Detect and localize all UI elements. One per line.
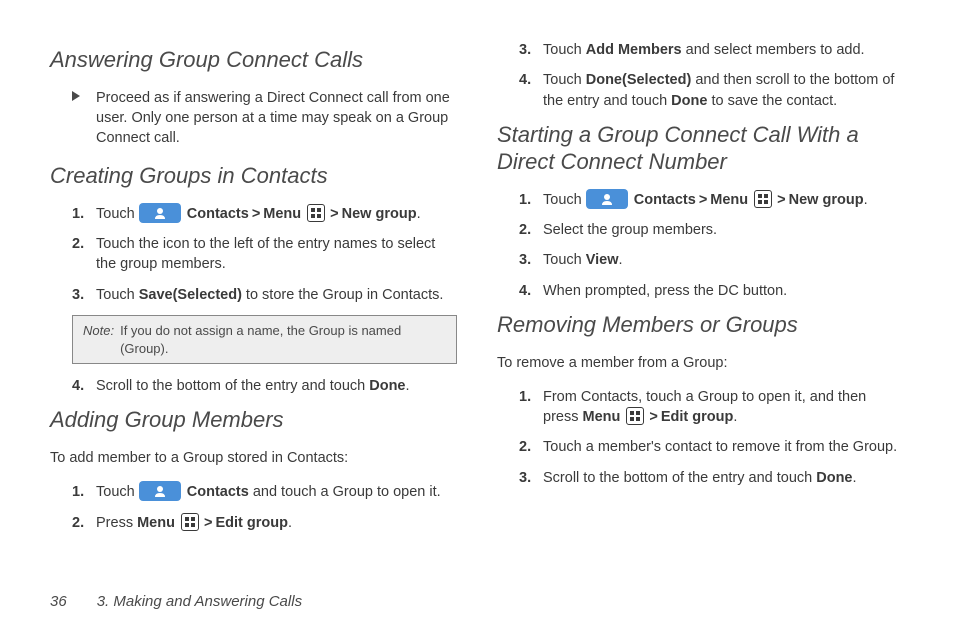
- text: .: [733, 409, 737, 425]
- left-column: Answering Group Connect Calls Proceed as…: [50, 40, 457, 543]
- step: Touch View.: [497, 250, 904, 270]
- contacts-label: Contacts: [183, 484, 249, 500]
- contacts-icon: [586, 189, 628, 209]
- text: and select members to add.: [682, 42, 865, 58]
- right-column: Touch Add Members and select members to …: [497, 40, 904, 543]
- page-columns: Answering Group Connect Calls Proceed as…: [50, 40, 904, 543]
- text: Touch: [96, 287, 139, 303]
- step: Press Menu >Edit group.: [50, 513, 457, 533]
- heading-removing: Removing Members or Groups: [497, 311, 904, 339]
- contacts-icon: [139, 481, 181, 501]
- removing-steps: From Contacts, touch a Group to open it,…: [497, 387, 904, 488]
- view-label: View: [586, 252, 619, 268]
- note-box: Note: If you do not assign a name, the G…: [72, 315, 457, 364]
- menu-label: Menu: [137, 515, 175, 531]
- menu-label: Menu: [583, 409, 621, 425]
- step: Touch a member's contact to remove it fr…: [497, 437, 904, 457]
- step: Scroll to the bottom of the entry and to…: [497, 468, 904, 488]
- text: Touch: [543, 192, 586, 208]
- add-members-label: Add Members: [586, 42, 682, 58]
- done-label: Done: [671, 93, 707, 109]
- done-selected-label: Done(Selected): [586, 72, 692, 88]
- text: .: [619, 252, 623, 268]
- page-number: 36: [50, 593, 67, 610]
- step: From Contacts, touch a Group to open it,…: [497, 387, 904, 428]
- page-footer: 36 3. Making and Answering Calls: [50, 593, 302, 610]
- contacts-label: Contacts: [630, 192, 696, 208]
- chapter-title: 3. Making and Answering Calls: [97, 593, 302, 610]
- starting-steps: Touch Contacts>Menu >New group. Select t…: [497, 190, 904, 301]
- text: Scroll to the bottom of the entry and to…: [543, 470, 816, 486]
- text: .: [853, 470, 857, 486]
- step: When prompted, press the DC button.: [497, 281, 904, 301]
- heading-adding-members: Adding Group Members: [50, 406, 457, 434]
- gt: >: [330, 206, 338, 222]
- step: Scroll to the bottom of the entry and to…: [50, 376, 457, 396]
- step: Touch Contacts>Menu >New group.: [497, 190, 904, 210]
- edit-group-label: Edit group: [215, 515, 288, 531]
- contacts-label: Contacts: [183, 206, 249, 222]
- text: .: [288, 515, 292, 531]
- menu-label: Menu: [263, 206, 301, 222]
- text: Touch: [543, 72, 586, 88]
- step: Touch Contacts and touch a Group to open…: [50, 482, 457, 502]
- answering-bullet: Proceed as if answering a Direct Connect…: [50, 88, 457, 149]
- save-selected-label: Save(Selected): [139, 287, 242, 303]
- text: and touch a Group to open it.: [249, 484, 441, 500]
- edit-group-label: Edit group: [661, 409, 734, 425]
- gt: >: [649, 409, 657, 425]
- contacts-icon: [139, 203, 181, 223]
- text: Touch: [543, 252, 586, 268]
- answering-text: Proceed as if answering a Direct Connect…: [96, 90, 450, 147]
- adding-steps: Touch Contacts and touch a Group to open…: [50, 482, 457, 533]
- text: .: [864, 192, 868, 208]
- step: Touch Add Members and select members to …: [497, 40, 904, 60]
- menu-icon: [626, 407, 644, 425]
- heading-starting-group-connect: Starting a Group Connect Call With a Dir…: [497, 121, 904, 176]
- heading-answering: Answering Group Connect Calls: [50, 46, 457, 74]
- step: Touch Save(Selected) to store the Group …: [50, 285, 457, 305]
- step: Select the group members.: [497, 220, 904, 240]
- text: Touch: [543, 42, 586, 58]
- step: Touch Contacts>Menu >New group.: [50, 204, 457, 224]
- text: to store the Group in Contacts.: [242, 287, 444, 303]
- text: .: [417, 206, 421, 222]
- gt: >: [204, 515, 212, 531]
- text: to save the contact.: [707, 93, 837, 109]
- note-label: Note:: [83, 322, 114, 357]
- heading-creating-groups: Creating Groups in Contacts: [50, 162, 457, 190]
- creating-groups-steps-cont: Scroll to the bottom of the entry and to…: [50, 376, 457, 396]
- newgroup-label: New group: [789, 192, 864, 208]
- text: Touch: [96, 206, 139, 222]
- menu-icon: [307, 204, 325, 222]
- adding-intro: To add member to a Group stored in Conta…: [50, 448, 457, 468]
- text: Scroll to the bottom of the entry and to…: [96, 378, 369, 394]
- answering-list: Proceed as if answering a Direct Connect…: [50, 88, 457, 149]
- gt: >: [777, 192, 785, 208]
- menu-icon: [754, 190, 772, 208]
- text: Press: [96, 515, 137, 531]
- step: Touch the icon to the left of the entry …: [50, 234, 457, 275]
- menu-icon: [181, 513, 199, 531]
- note-text: If you do not assign a name, the Group i…: [120, 322, 446, 357]
- gt: >: [252, 206, 260, 222]
- removing-intro: To remove a member from a Group:: [497, 353, 904, 373]
- bullet-marker-icon: [72, 91, 80, 101]
- adding-steps-cont: Touch Add Members and select members to …: [497, 40, 904, 111]
- creating-groups-steps: Touch Contacts>Menu >New group. Touch th…: [50, 204, 457, 305]
- newgroup-label: New group: [342, 206, 417, 222]
- done-label: Done: [816, 470, 852, 486]
- gt: >: [699, 192, 707, 208]
- text: Touch: [96, 484, 139, 500]
- done-label: Done: [369, 378, 405, 394]
- text: .: [406, 378, 410, 394]
- step: Touch Done(Selected) and then scroll to …: [497, 70, 904, 111]
- menu-label: Menu: [710, 192, 748, 208]
